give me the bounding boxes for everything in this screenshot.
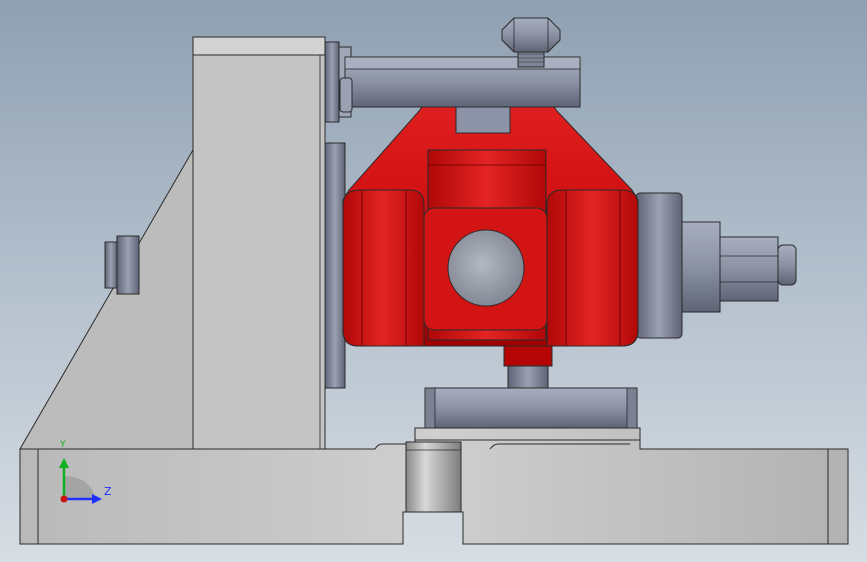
y-axis-label: Y [60, 440, 66, 450]
cad-viewport[interactable]: Z Y [0, 0, 867, 562]
angle-bracket[interactable] [19, 36, 326, 450]
bushing-pin[interactable] [405, 441, 462, 513]
triad-origin [60, 495, 68, 503]
red-clamp-body[interactable] [342, 102, 639, 347]
pedestal-block[interactable] [424, 343, 638, 429]
z-axis-label: Z [104, 485, 112, 498]
hex-nut-shaft[interactable] [681, 221, 797, 313]
assembly-drawing [19, 17, 849, 545]
